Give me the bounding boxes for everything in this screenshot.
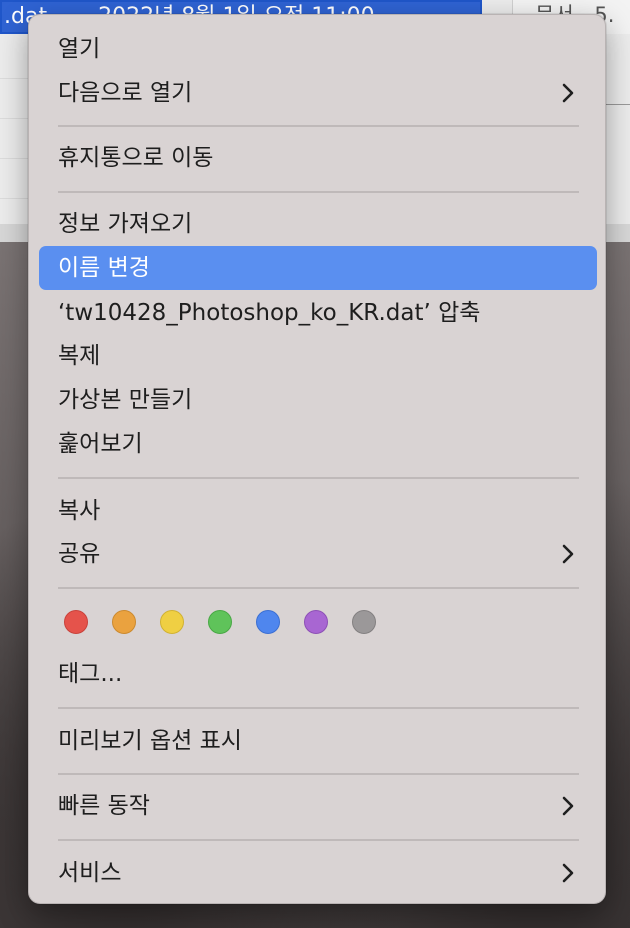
menu-item-show-view-options[interactable]: 미리보기 옵션 표시 — [39, 719, 597, 763]
tag-blue-icon[interactable] — [256, 610, 280, 634]
row-divider — [606, 104, 630, 105]
menu-item-share[interactable]: 공유 — [39, 532, 597, 576]
tag-green-icon[interactable] — [208, 610, 232, 634]
menu-item-label: 공유 — [58, 541, 101, 567]
menu-item-label: 열기 — [58, 36, 101, 62]
chevron-right-icon — [557, 784, 579, 828]
menu-item-label: 다음으로 열기 — [58, 80, 193, 106]
context-menu: 열기 다음으로 열기 휴지통으로 이동 정보 가져오기 이름 변경 ‘tw104… — [28, 14, 606, 904]
tag-gray-icon[interactable] — [352, 610, 376, 634]
menu-item-open-with[interactable]: 다음으로 열기 — [39, 71, 597, 115]
tag-red-icon[interactable] — [64, 610, 88, 634]
menu-separator — [58, 707, 579, 709]
menu-item-label: 휴지통으로 이동 — [58, 145, 214, 171]
menu-separator — [58, 477, 579, 479]
menu-item-make-alias[interactable]: 가상본 만들기 — [39, 378, 597, 422]
menu-item-label: 훑어보기 — [58, 431, 143, 457]
tag-yellow-icon[interactable] — [160, 610, 184, 634]
tag-purple-icon[interactable] — [304, 610, 328, 634]
menu-separator — [58, 125, 579, 127]
tag-orange-icon[interactable] — [112, 610, 136, 634]
menu-item-get-info[interactable]: 정보 가져오기 — [39, 202, 597, 246]
menu-item-label: 정보 가져오기 — [58, 211, 193, 237]
row-divider — [0, 198, 30, 199]
menu-separator — [58, 773, 579, 775]
menu-item-services[interactable]: 서비스 — [39, 851, 597, 895]
menu-item-label: 미리보기 옵션 표시 — [58, 728, 242, 754]
row-divider — [0, 78, 30, 79]
menu-item-move-to-trash[interactable]: 휴지통으로 이동 — [39, 136, 597, 180]
menu-item-tags[interactable]: 태그... — [39, 652, 597, 696]
menu-item-label: 이름 변경 — [58, 255, 150, 281]
row-divider — [0, 118, 30, 119]
menu-item-label: ‘tw10428_Photoshop_ko_KR.dat’ 압축 — [58, 300, 481, 326]
menu-item-quick-look[interactable]: 훑어보기 — [39, 422, 597, 466]
row-divider — [0, 158, 30, 159]
menu-item-label: 서비스 — [58, 860, 122, 886]
menu-separator — [58, 587, 579, 589]
menu-item-label: 빠른 동작 — [58, 793, 150, 819]
menu-item-compress[interactable]: ‘tw10428_Photoshop_ko_KR.dat’ 압축 — [39, 291, 597, 335]
chevron-right-icon — [557, 851, 579, 895]
menu-item-quick-actions[interactable]: 빠른 동작 — [39, 784, 597, 828]
menu-item-rename[interactable]: 이름 변경 — [39, 246, 597, 290]
menu-item-label: 태그... — [58, 661, 123, 687]
menu-item-duplicate[interactable]: 복제 — [39, 334, 597, 378]
menu-item-label: 가상본 만들기 — [58, 387, 193, 413]
menu-item-copy[interactable]: 복사 — [39, 489, 597, 533]
menu-item-label: 복사 — [58, 498, 101, 524]
menu-separator — [58, 191, 579, 193]
menu-separator — [58, 839, 579, 841]
menu-item-open[interactable]: 열기 — [39, 27, 597, 71]
chevron-right-icon — [557, 71, 579, 115]
menu-item-label: 복제 — [58, 343, 101, 369]
chevron-right-icon — [557, 532, 579, 576]
